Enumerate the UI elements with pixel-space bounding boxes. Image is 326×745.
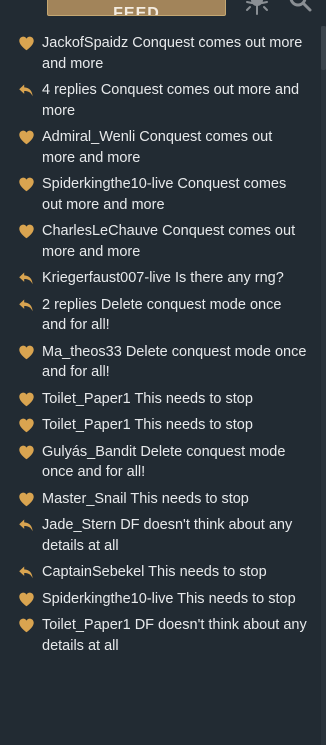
notification-item[interactable]: Spiderkingthe10-live This needs to stop (0, 586, 320, 613)
heart-icon (18, 129, 35, 146)
reply-icon (18, 517, 35, 534)
heart-icon (18, 491, 35, 508)
notification-item[interactable]: CharlesLeChauve Conquest comes out more … (0, 218, 320, 265)
heart-icon (18, 591, 35, 608)
top-bar: FEED (0, 0, 326, 18)
heart-icon (18, 391, 35, 408)
notification-item[interactable]: Spiderkingthe10-live Conquest comes out … (0, 171, 320, 218)
heart-icon (18, 35, 35, 52)
notification-item[interactable]: CaptainSebekel This needs to stop (0, 559, 320, 586)
reply-icon (18, 297, 35, 314)
scrollbar-track[interactable] (321, 26, 326, 745)
sun-icon[interactable] (244, 0, 270, 16)
notification-item[interactable]: Toilet_Paper1 This needs to stop (0, 386, 320, 413)
search-icon[interactable] (287, 0, 313, 14)
notification-text: Toilet_Paper1 This needs to stop (42, 390, 253, 407)
notification-text: Jade_Stern DF doesn't think about any de… (42, 517, 293, 554)
notification-item[interactable]: 2 replies Delete conquest mode once and … (0, 292, 320, 339)
notification-text: 2 replies Delete conquest mode once and … (42, 296, 282, 334)
notification-item[interactable]: Toilet_Paper1 This needs to stop (0, 412, 320, 439)
notification-item[interactable]: Admiral_Wenli Conquest comes out more an… (0, 124, 320, 171)
notification-text: Master_Snail This needs to stop (42, 490, 249, 507)
heart-icon (18, 444, 35, 461)
reply-icon (18, 82, 35, 99)
heart-icon (18, 176, 35, 193)
notification-text: Ma_theos33 Delete conquest mode once and… (42, 343, 307, 381)
heart-icon (18, 223, 35, 240)
feed-button-label: FEED (113, 5, 160, 16)
notification-text: Gulyás_Bandit Delete conquest mode once … (42, 443, 286, 481)
notification-text: Toilet_Paper1 DF doesn't think about any… (42, 617, 307, 654)
notification-text: CaptainSebekel This needs to stop (42, 564, 267, 580)
feed-button[interactable]: FEED (47, 0, 226, 16)
notification-text: JackofSpaidz Conquest comes out more and… (42, 35, 303, 72)
heart-icon (18, 417, 35, 434)
heart-icon (18, 617, 35, 634)
notification-item[interactable]: Jade_Stern DF doesn't think about any de… (0, 512, 320, 559)
notification-text: Admiral_Wenli Conquest comes out more an… (42, 129, 273, 166)
notification-list: JackofSpaidz Conquest comes out more and… (0, 30, 320, 659)
notification-item[interactable]: 4 replies Conquest comes out more and mo… (0, 77, 320, 124)
notification-item[interactable]: Kriegerfaust007-live Is there any rng? (0, 265, 320, 292)
notification-text: Toilet_Paper1 This needs to stop (42, 417, 253, 433)
reply-icon (18, 564, 35, 581)
heart-icon (18, 344, 35, 361)
notification-text: Spiderkingthe10-live This needs to stop (42, 590, 296, 607)
notification-text: Spiderkingthe10-live Conquest comes out … (42, 176, 287, 213)
notification-item[interactable]: Toilet_Paper1 DF doesn't think about any… (0, 612, 320, 659)
notification-item[interactable]: Master_Snail This needs to stop (0, 486, 320, 513)
notification-item[interactable]: Ma_theos33 Delete conquest mode once and… (0, 339, 320, 386)
notification-text: Kriegerfaust007-live Is there any rng? (42, 270, 284, 286)
notification-text: 4 replies Conquest comes out more and mo… (42, 82, 300, 119)
reply-icon (18, 270, 35, 287)
notification-item[interactable]: Gulyás_Bandit Delete conquest mode once … (0, 439, 320, 486)
notification-text: CharlesLeChauve Conquest comes out more … (42, 223, 296, 260)
scrollbar-thumb[interactable] (321, 26, 326, 70)
notification-item[interactable]: JackofSpaidz Conquest comes out more and… (0, 30, 320, 77)
